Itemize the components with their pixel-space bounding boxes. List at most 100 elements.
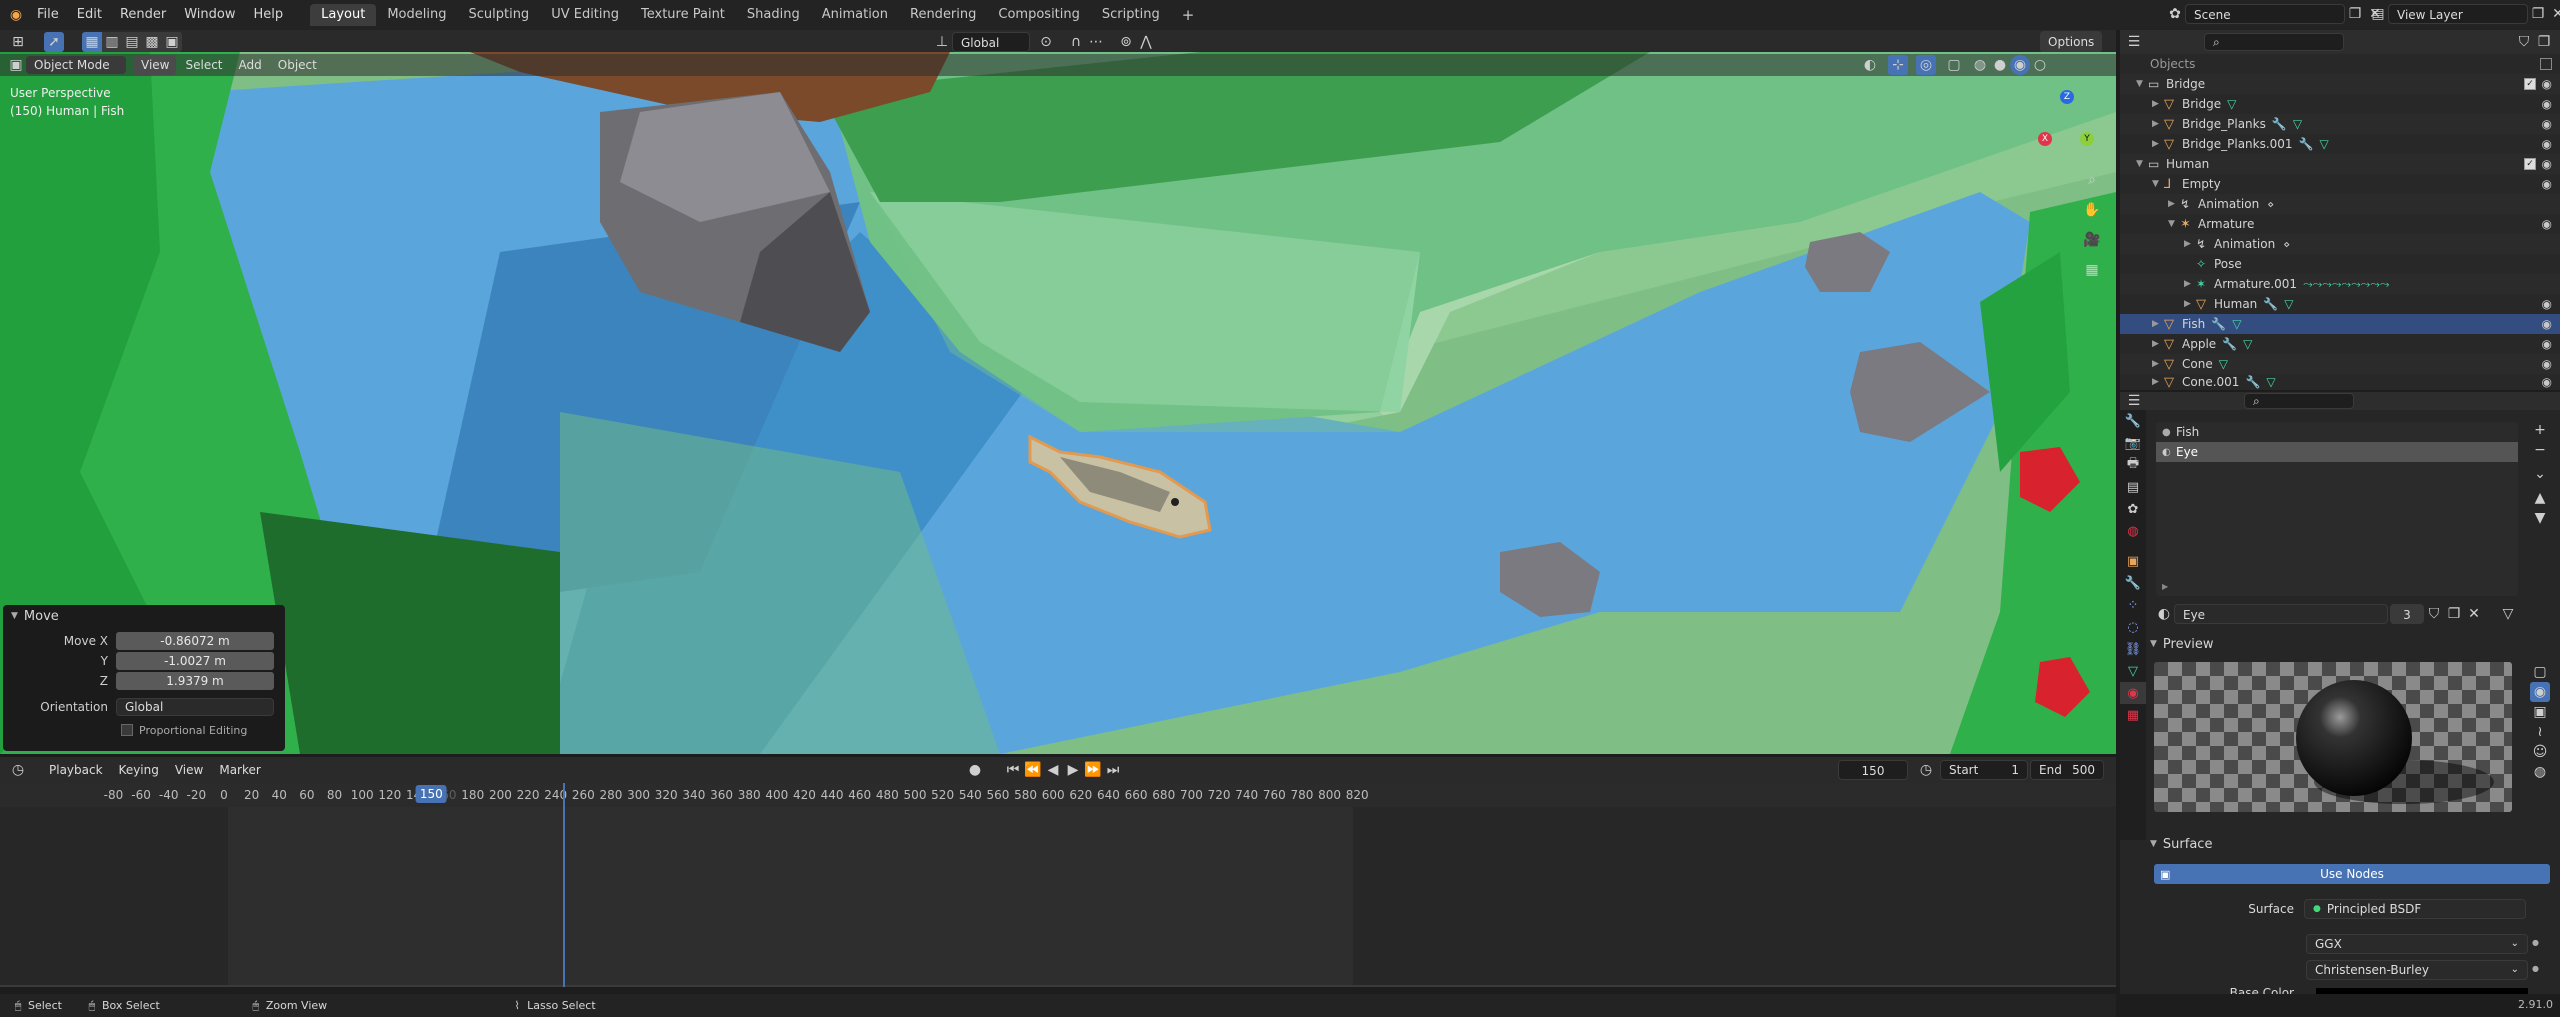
tab-sculpting[interactable]: Sculpting [457, 4, 540, 26]
expand-icon[interactable]: ▶ [2184, 299, 2196, 309]
timeline-scrollbar[interactable] [0, 985, 2116, 987]
timeline-menu-playback[interactable]: Playback [42, 760, 110, 780]
shading-wireframe-icon[interactable]: ◍ [1970, 55, 1990, 75]
end-frame-field[interactable]: End 500 [2030, 760, 2104, 780]
options-button[interactable]: Options [2040, 31, 2103, 53]
eye-icon[interactable]: ◉ [2542, 317, 2552, 331]
outliner-row-fish[interactable]: ▶ ▽ Fish 🔧 ▽ ◉ [2120, 314, 2560, 334]
material-users-count[interactable]: 3 [2390, 604, 2424, 624]
timeline-menu-keying[interactable]: Keying [112, 760, 166, 780]
eye-icon[interactable]: ◉ [2542, 375, 2552, 389]
duplicate-material-icon[interactable]: ❐ [2444, 604, 2464, 624]
distribution-dropdown[interactable]: GGX ⌄ [2306, 934, 2528, 954]
use-nodes-button[interactable]: ▣ Use Nodes [2154, 864, 2550, 884]
collection-checkbox[interactable]: ✓ [2524, 78, 2536, 90]
camera-icon[interactable]: 🎥 [2082, 230, 2102, 250]
xray-icon[interactable]: ▢ [1944, 55, 1964, 75]
navigation-gizmo[interactable]: Z X Y [2030, 90, 2100, 160]
mode-subtract-icon[interactable]: ▤ [122, 32, 142, 52]
gizmo-x-axis[interactable]: X [2038, 132, 2052, 146]
preview-sphere-icon[interactable]: ◉ [2530, 682, 2550, 702]
expand-icon[interactable]: ▼ [2136, 159, 2148, 169]
remove-slot-icon[interactable]: − [2530, 440, 2550, 460]
visibility-icon[interactable]: ◐ [1860, 55, 1880, 75]
scene-render[interactable] [0, 52, 2116, 754]
viewport-menu-select[interactable]: Select [178, 55, 229, 75]
unlink-material-icon[interactable]: ✕ [2464, 604, 2484, 624]
exclude-checkbox[interactable] [2540, 58, 2552, 70]
preview-range-icon[interactable]: ◷ [1916, 760, 1936, 780]
move-z-field[interactable]: 1.9379 m [116, 672, 274, 690]
move-panel-header[interactable]: ▼ Move [11, 605, 285, 627]
expand-icon[interactable]: ▶ [2184, 239, 2196, 249]
outliner-row-pose[interactable]: ✧ Pose [2120, 254, 2560, 274]
outliner-row-bridge[interactable]: ▶ ▽ Bridge ▽ ◉ [2120, 94, 2560, 114]
preview-monkey-icon[interactable]: ☺ [2530, 742, 2550, 762]
outliner-objects-row[interactable]: Objects [2120, 54, 2560, 74]
shading-solid-icon[interactable]: ● [1990, 55, 2010, 75]
data-tab-icon[interactable]: ▽ [2120, 660, 2146, 682]
constraints-tab-icon[interactable]: ⛓ [2120, 638, 2146, 660]
particles-tab-icon[interactable]: ⁘ [2120, 594, 2146, 616]
select-tool-icon[interactable]: ➚ [44, 32, 64, 52]
editor-type-icon[interactable]: ⊞ [8, 32, 28, 52]
eye-icon[interactable]: ◉ [2542, 357, 2552, 371]
outliner-row-apple[interactable]: ▶ ▽ Apple 🔧 ▽ ◉ [2120, 334, 2560, 354]
gizmo-y-axis[interactable]: Y [2080, 132, 2094, 146]
3d-viewport[interactable] [0, 52, 2116, 754]
timeline-ruler[interactable]: -80-60-40-200204060801001201401501601802… [0, 783, 2116, 807]
prev-keyframe-icon[interactable]: ⏪ [1023, 760, 1043, 780]
overlay-toggle-icon[interactable]: ◎ [1916, 55, 1936, 75]
mode-intersect-icon[interactable]: ▣ [162, 32, 182, 52]
base-color-swatch[interactable] [2316, 988, 2528, 994]
zoom-icon[interactable]: ⌕ [2082, 170, 2102, 190]
jump-end-icon[interactable]: ⏭ [1103, 760, 1123, 780]
viewport-menu-add[interactable]: Add [232, 55, 269, 75]
menu-window[interactable]: Window [175, 0, 244, 30]
grid-icon[interactable]: ▦ [2082, 260, 2102, 280]
gizmo-z-axis[interactable]: Z [2060, 90, 2074, 104]
play-reverse-icon[interactable]: ◀ [1043, 760, 1063, 780]
expand-icon[interactable]: ▶ [2152, 339, 2164, 349]
jump-start-icon[interactable]: ⏮ [1003, 760, 1023, 780]
proportional-falloff-icon[interactable]: ⋀ [1136, 32, 1156, 52]
tab-animation[interactable]: Animation [811, 4, 899, 26]
playhead-line[interactable] [563, 783, 565, 987]
viewport-menu-object[interactable]: Object [271, 55, 324, 75]
browse-material-icon[interactable]: ◐ [2154, 604, 2174, 624]
timeline-menu-marker[interactable]: Marker [212, 760, 267, 780]
list-expand-icon[interactable]: ▶ [2162, 582, 2168, 591]
collection-checkbox[interactable]: ✓ [2524, 158, 2536, 170]
filter-icon[interactable]: ⛉ [2514, 32, 2534, 52]
tab-rendering[interactable]: Rendering [899, 4, 987, 26]
preview-flat-icon[interactable]: ▢ [2530, 662, 2550, 682]
menu-help[interactable]: Help [245, 0, 293, 30]
keyframe-dot-icon[interactable]: ● [2532, 938, 2539, 947]
scene-tab-icon[interactable]: ✿ [2120, 498, 2146, 520]
outliner-row-cone-001[interactable]: ▶ ▽ Cone.001 🔧 ▽ ◉ [2120, 374, 2560, 390]
tab-scripting[interactable]: Scripting [1091, 4, 1171, 26]
outliner-row-cone[interactable]: ▶ ▽ Cone ▽ ◉ [2120, 354, 2560, 374]
surface-shader-field[interactable]: ● Principled BSDF [2304, 899, 2526, 919]
slot-menu-icon[interactable]: ⌄ [2530, 464, 2550, 484]
move-x-field[interactable]: -0.86072 m [116, 632, 274, 650]
menu-render[interactable]: Render [111, 0, 175, 30]
expand-icon[interactable]: ▼ [2136, 79, 2148, 89]
proportional-editing-checkbox[interactable] [121, 724, 133, 736]
timeline-menu-view[interactable]: View [168, 760, 210, 780]
menu-edit[interactable]: Edit [68, 0, 111, 30]
orientation-dropdown[interactable]: Global [952, 32, 1030, 52]
surface-panel-header[interactable]: ▼ Surface [2150, 834, 2520, 854]
expand-icon[interactable]: ▶ [2168, 199, 2180, 209]
physics-tab-icon[interactable]: ◌ [2120, 616, 2146, 638]
timeline-area[interactable] [0, 807, 2116, 987]
expand-icon[interactable]: ▼ [2168, 219, 2180, 229]
outliner-row-bridge-planks-001[interactable]: ▶ ▽ Bridge_Planks.001 🔧 ▽ ◉ [2120, 134, 2560, 154]
scene-icon[interactable]: ✿ [2165, 4, 2185, 24]
outliner-row-armature-animation[interactable]: ▶ ↯ Animation ⋄ [2120, 234, 2560, 254]
outliner-row-empty[interactable]: ▼ ⅃ Empty ◉ [2120, 174, 2560, 194]
shading-material-icon[interactable]: ◉ [2010, 55, 2030, 75]
expand-icon[interactable]: ▼ [2152, 179, 2164, 189]
outliner-row-armature-001[interactable]: ▶ ✶ Armature.001 ⤳⤳⤳⤳⤳⤳⤳⤳⤳ [2120, 274, 2560, 294]
new-scene-icon[interactable]: ❐ [2345, 4, 2365, 24]
